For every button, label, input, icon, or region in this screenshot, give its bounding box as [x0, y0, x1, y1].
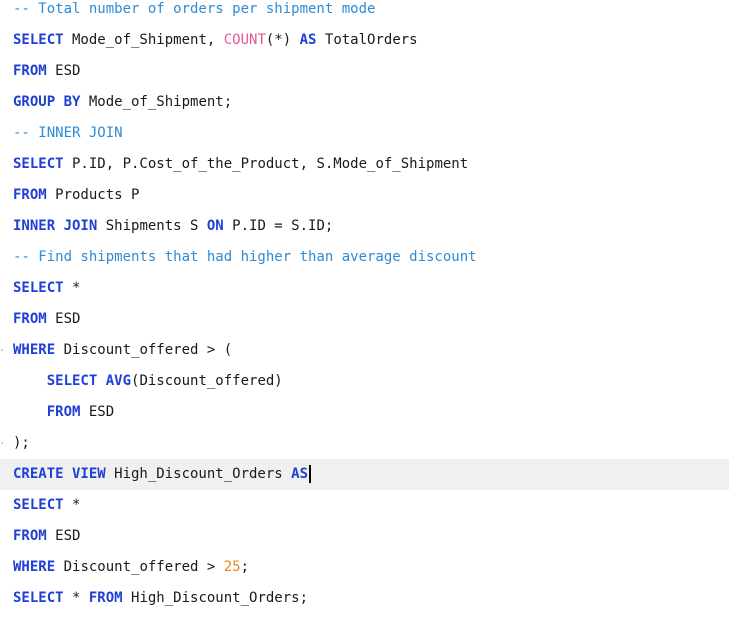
code-line[interactable]: ·WHERE Discount_offered > (: [0, 335, 729, 366]
sql-code-editor[interactable]: -- Total number of orders per shipment m…: [0, 0, 729, 629]
sql-token: *: [63, 280, 81, 296]
code-line[interactable]: -- Find shipments that had higher than a…: [0, 242, 729, 273]
code-text: CREATE VIEW High_Discount_Orders AS: [13, 459, 312, 490]
sql-keyword: FROM: [13, 187, 47, 203]
code-text: SELECT Mode_of_Shipment, COUNT(*) AS Tot…: [13, 25, 418, 56]
sql-keyword: SELECT: [13, 280, 64, 296]
code-text: -- INNER JOIN: [13, 118, 123, 149]
sql-token: ;: [240, 559, 250, 575]
sql-keyword: CREATE VIEW: [13, 466, 106, 482]
code-line[interactable]: SELECT *: [0, 273, 729, 304]
code-text: FROM ESD: [13, 397, 114, 428]
sql-token: (Discount_offered): [131, 373, 283, 389]
code-line[interactable]: FROM ESD: [0, 521, 729, 552]
sql-token: ESD: [46, 528, 81, 544]
sql-keyword: WHERE: [13, 559, 56, 575]
sql-keyword: SELECT: [13, 156, 64, 172]
code-text: SELECT AVG(Discount_offered): [13, 366, 283, 397]
code-text: FROM Products P: [13, 180, 139, 211]
sql-token: P.ID = S.ID;: [223, 218, 334, 234]
sql-token: ESD: [80, 404, 115, 420]
sql-token: ESD: [46, 311, 81, 327]
sql-token: *: [63, 497, 81, 513]
code-text: SELECT * FROM High_Discount_Orders;: [13, 583, 308, 614]
sql-token: Shipments S: [97, 218, 207, 234]
sql-keyword: SELECT: [13, 590, 64, 606]
code-line[interactable]: SELECT * FROM High_Discount_Orders;: [0, 583, 729, 614]
sql-token: (*): [265, 32, 300, 48]
sql-keyword: INNER JOIN: [13, 218, 98, 234]
code-line[interactable]: INNER JOIN Shipments S ON P.ID = S.ID;: [0, 211, 729, 242]
sql-token: Mode_of_Shipment;: [80, 94, 233, 110]
sql-token: Discount_offered > (: [55, 342, 233, 358]
text-cursor: [309, 465, 312, 483]
code-text: GROUP BY Mode_of_Shipment;: [13, 87, 232, 118]
code-text: SELECT *: [13, 273, 80, 304]
sql-token: ESD: [46, 63, 81, 79]
code-text: -- Total number of orders per shipment m…: [13, 0, 375, 25]
code-line[interactable]: ·);: [0, 428, 729, 459]
code-line[interactable]: GROUP BY Mode_of_Shipment;: [0, 87, 729, 118]
code-line[interactable]: SELECT *: [0, 490, 729, 521]
sql-keyword: SELECT: [13, 497, 64, 513]
code-text: );: [13, 428, 30, 459]
sql-keyword: ON: [206, 218, 224, 234]
sql-token: Mode_of_Shipment,: [63, 32, 224, 48]
code-line[interactable]: SELECT Mode_of_Shipment, COUNT(*) AS Tot…: [0, 25, 729, 56]
code-line[interactable]: FROM ESD: [0, 304, 729, 335]
sql-token: );: [13, 435, 30, 451]
sql-function: COUNT: [223, 32, 266, 48]
code-line[interactable]: FROM ESD: [0, 56, 729, 87]
sql-keyword: FROM: [13, 63, 47, 79]
code-text: SELECT P.ID, P.Cost_of_the_Product, S.Mo…: [13, 149, 468, 180]
sql-token: High_Discount_Orders: [105, 466, 292, 482]
code-line[interactable]: SELECT P.ID, P.Cost_of_the_Product, S.Mo…: [0, 149, 729, 180]
code-line[interactable]: WHERE Discount_offered > 25;: [0, 552, 729, 583]
code-text: SELECT *: [13, 490, 80, 521]
fold-marker-icon[interactable]: ·: [0, 335, 6, 366]
sql-keyword: SELECT: [13, 32, 64, 48]
code-text: -- Find shipments that had higher than a…: [13, 242, 477, 273]
sql-token: *: [63, 590, 89, 606]
code-text: WHERE Discount_offered > (: [13, 335, 232, 366]
sql-keyword: FROM: [13, 528, 47, 544]
sql-keyword: FROM: [46, 404, 81, 420]
sql-token: High_Discount_Orders;: [122, 590, 309, 606]
code-line[interactable]: -- INNER JOIN: [0, 118, 729, 149]
sql-token: P.ID, P.Cost_of_the_Product, S.Mode_of_S…: [63, 156, 469, 172]
sql-number: 25: [223, 559, 241, 575]
sql-keyword: SELECT AVG: [46, 373, 132, 389]
sql-comment: -- Total number of orders per shipment m…: [13, 1, 376, 17]
sql-keyword: WHERE: [13, 342, 56, 358]
code-line[interactable]: SELECT AVG(Discount_offered): [0, 366, 729, 397]
code-text: FROM ESD: [13, 304, 80, 335]
sql-keyword: GROUP BY: [13, 94, 81, 110]
sql-keyword: FROM: [13, 311, 47, 327]
code-text: FROM ESD: [13, 56, 80, 87]
fold-marker-icon[interactable]: ·: [0, 428, 6, 459]
sql-keyword: FROM: [88, 590, 123, 606]
sql-comment: -- Find shipments that had higher than a…: [13, 249, 477, 265]
sql-token: TotalOrders: [316, 32, 418, 48]
sql-keyword: AS: [291, 466, 309, 482]
code-line[interactable]: FROM Products P: [0, 180, 729, 211]
sql-token: Products P: [46, 187, 140, 203]
code-line[interactable]: FROM ESD: [0, 397, 729, 428]
code-text: FROM ESD: [13, 521, 80, 552]
code-text: INNER JOIN Shipments S ON P.ID = S.ID;: [13, 211, 333, 242]
code-text: WHERE Discount_offered > 25;: [13, 552, 249, 583]
sql-keyword: AS: [299, 32, 317, 48]
sql-comment: -- INNER JOIN: [13, 125, 123, 141]
code-line[interactable]: CREATE VIEW High_Discount_Orders AS: [0, 459, 729, 490]
sql-token: Discount_offered >: [55, 559, 224, 575]
code-line[interactable]: -- Total number of orders per shipment m…: [0, 0, 729, 25]
